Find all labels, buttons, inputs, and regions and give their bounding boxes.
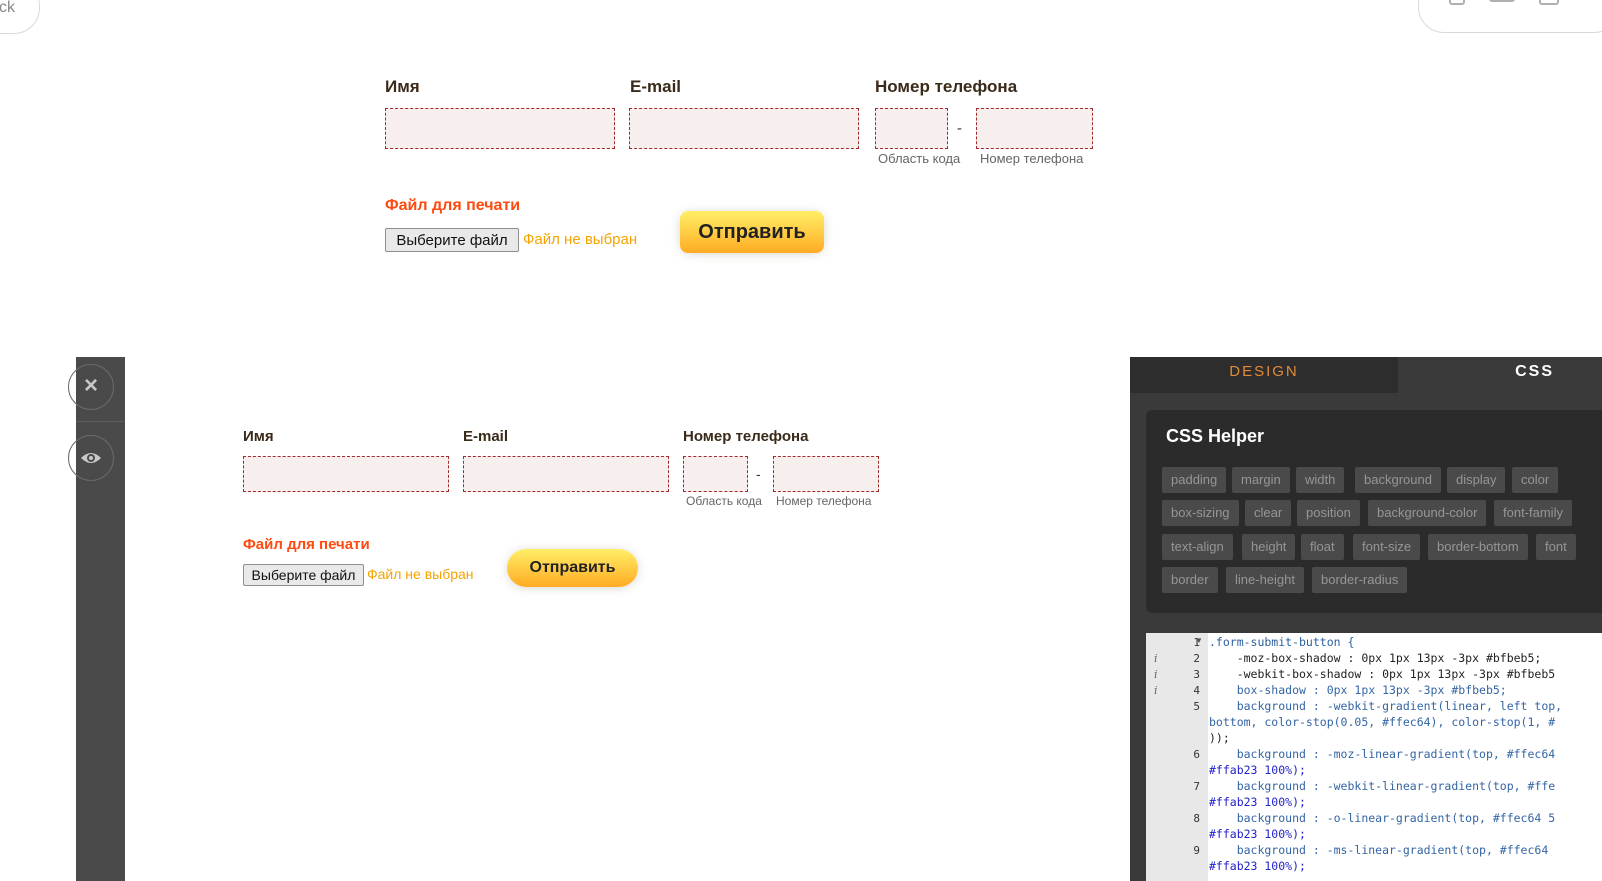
- info-icon[interactable]: i: [1154, 684, 1158, 697]
- code-line: background : -webkit-gradient(linear, le…: [1209, 699, 1563, 713]
- email-input[interactable]: [629, 108, 859, 149]
- phone-number-hint: Номер телефона: [980, 151, 1084, 166]
- line-number: 8: [1193, 812, 1200, 825]
- chip-font-size[interactable]: font-size: [1353, 534, 1421, 560]
- chip-font[interactable]: font: [1536, 534, 1576, 560]
- editor-sidebar: ×: [68, 357, 125, 881]
- info-icon[interactable]: i: [1154, 652, 1158, 665]
- preview-email-input[interactable]: [463, 456, 669, 492]
- chip-float[interactable]: float: [1301, 534, 1344, 560]
- no-file-text: Файл не выбран: [523, 231, 638, 248]
- chip-width[interactable]: width: [1296, 467, 1345, 493]
- device-switcher: [1418, 0, 1602, 33]
- code-line: ));: [1209, 731, 1230, 745]
- tablet-icon[interactable]: [1539, 0, 1559, 5]
- info-icon[interactable]: i: [1154, 668, 1158, 681]
- email-label: E-mail: [630, 77, 682, 96]
- phone-number-input[interactable]: [976, 108, 1093, 149]
- preview-submit-button[interactable]: Отправить: [507, 549, 638, 587]
- line-number: 5: [1193, 700, 1200, 713]
- code-line: -webkit-box-shadow : 0px 1px 13px -3px #…: [1209, 667, 1556, 681]
- sidebar-divider: [76, 421, 125, 422]
- chip-color[interactable]: color: [1512, 467, 1559, 493]
- tab-design[interactable]: DESIGN: [1130, 357, 1399, 393]
- tab-css[interactable]: CSS: [1398, 357, 1602, 393]
- preview-name-input[interactable]: [243, 456, 449, 492]
- line-number: 3: [1193, 668, 1200, 681]
- css-helper: CSS Helper padding margin width backgrou…: [1146, 410, 1602, 613]
- submit-button[interactable]: Отправить: [680, 211, 824, 253]
- file-label: Файл для печати: [385, 197, 521, 214]
- preview-choose-file-button[interactable]: Выберите файл: [243, 564, 364, 586]
- chip-background-color[interactable]: background-color: [1368, 500, 1487, 526]
- code-line: bottom, color-stop(0.05, #ffec64), color…: [1209, 715, 1556, 729]
- line-number: 2: [1193, 652, 1200, 665]
- chip-font-family[interactable]: font-family: [1494, 500, 1572, 526]
- code-line: background : -webkit-linear-gradient(top…: [1209, 779, 1556, 793]
- chip-clear[interactable]: clear: [1245, 500, 1292, 526]
- name-label: Имя: [385, 77, 420, 96]
- code-line: -moz-box-shadow : 0px 1px 13px -3px #bfb…: [1209, 651, 1542, 665]
- chip-margin[interactable]: margin: [1232, 467, 1290, 493]
- back-button[interactable]: ck: [0, 0, 40, 34]
- code-line: background : -moz-linear-gradient(top, #…: [1209, 747, 1556, 761]
- chip-position[interactable]: position: [1297, 500, 1360, 526]
- preview-name-label: Имя: [243, 428, 274, 445]
- chip-padding[interactable]: padding: [1162, 467, 1227, 493]
- preview-phone-number-hint: Номер телефона: [776, 494, 872, 508]
- code-line: #ffab23 100%);: [1209, 763, 1306, 777]
- preview-phone-number-input[interactable]: [773, 456, 879, 492]
- preview-phone-label: Номер телефона: [683, 428, 809, 445]
- choose-file-button[interactable]: Выберите файл: [385, 228, 519, 252]
- line-number: 9: [1193, 844, 1200, 857]
- preview-no-file-text: Файл не выбран: [367, 566, 474, 582]
- preview-file-label: Файл для печати: [243, 536, 370, 553]
- tablet-landscape-icon[interactable]: [1489, 0, 1515, 2]
- code-line: #ffab23 100%);: [1209, 859, 1306, 873]
- css-code-editor[interactable]: 1 ▼ 2 3 4 5 6 7 8 9 i i i .form-submit-b…: [1146, 633, 1602, 881]
- eye-icon[interactable]: [68, 435, 114, 481]
- code-line: background : -o-linear-gradient(top, #ff…: [1209, 811, 1556, 825]
- phone-separator: -: [957, 120, 962, 137]
- name-input[interactable]: [385, 108, 615, 149]
- chip-background[interactable]: background: [1355, 467, 1441, 493]
- chip-border-radius[interactable]: border-radius: [1312, 567, 1408, 593]
- chip-display[interactable]: display: [1447, 467, 1506, 493]
- line-number: 6: [1193, 748, 1200, 761]
- code-line: #ffab23 100%);: [1209, 795, 1306, 809]
- close-glyph: ×: [83, 372, 98, 399]
- area-code-hint: Область кода: [878, 151, 961, 166]
- code-line: background : -ms-linear-gradient(top, #f…: [1209, 843, 1549, 857]
- preview-phone-separator: -: [756, 466, 761, 482]
- line-number: 4: [1193, 684, 1200, 697]
- code-line: box-shadow : 0px 1px 13px -3px #bfbeb5;: [1209, 683, 1507, 697]
- line-number: 7: [1193, 780, 1200, 793]
- code-line: #ffab23 100%);: [1209, 827, 1306, 841]
- phone-label: Номер телефона: [875, 77, 1018, 96]
- preview-area-code-input[interactable]: [683, 456, 748, 492]
- chip-box-sizing[interactable]: box-sizing: [1162, 500, 1239, 526]
- code-line: .form-submit-button {: [1209, 635, 1355, 649]
- back-button-label: ck: [0, 0, 15, 16]
- fold-arrow-icon[interactable]: ▼: [1195, 636, 1203, 645]
- chip-text-align[interactable]: text-align: [1162, 534, 1233, 560]
- chip-border[interactable]: border: [1162, 567, 1218, 593]
- chip-height[interactable]: height: [1242, 534, 1296, 560]
- close-icon[interactable]: ×: [68, 364, 114, 410]
- editor-panel: DESIGN CSS CSS Helper padding margin wid…: [1130, 357, 1602, 881]
- preview-area-code-hint: Область кода: [686, 494, 762, 508]
- phone-icon[interactable]: [1449, 0, 1465, 5]
- chip-line-height[interactable]: line-height: [1226, 567, 1304, 593]
- preview-email-label: E-mail: [463, 428, 509, 445]
- chip-border-bottom[interactable]: border-bottom: [1428, 534, 1528, 560]
- area-code-input[interactable]: [875, 108, 948, 149]
- css-helper-title: CSS Helper: [1166, 426, 1265, 446]
